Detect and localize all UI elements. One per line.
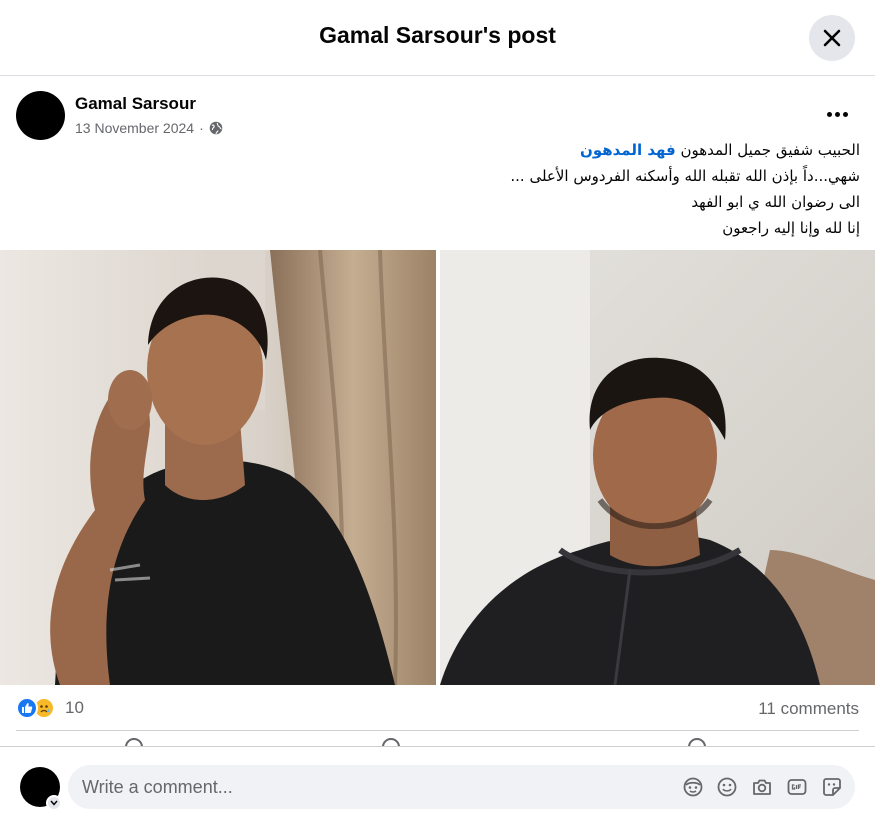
reaction-count: 10 <box>65 698 84 717</box>
dialog-header: Gamal Sarsour's post <box>0 0 875 76</box>
photo-right[interactable] <box>440 250 875 685</box>
post-date[interactable]: 13 November 2024 <box>75 120 194 136</box>
mention-link[interactable]: فهد المدهون <box>580 141 676 159</box>
comment-composer <box>0 746 875 832</box>
post-text: الحبيب شفيق جميل المدهون فهد المدهون شهي… <box>160 137 860 241</box>
photo-left[interactable] <box>0 250 436 685</box>
author-avatar[interactable] <box>16 91 65 140</box>
avatar-sticker-icon[interactable] <box>681 775 705 799</box>
post-text-line-2: شهي...داً بإذن الله تقبله الله وأسكنه ال… <box>510 167 860 185</box>
comment-input[interactable] <box>82 765 642 809</box>
dialog-title: Gamal Sarsour's post <box>319 22 556 48</box>
emoji-icon[interactable] <box>715 775 739 799</box>
divider <box>16 730 859 731</box>
reactions-summary[interactable]: 10 <box>16 697 84 719</box>
post-text-line-1: الحبيب شفيق جميل المدهون فهد المدهون <box>580 141 860 159</box>
comment-action-icon[interactable] <box>382 738 400 746</box>
post-text-line-3: الى رضوان الله ي ابو الفهد <box>691 193 860 211</box>
author-name[interactable]: Gamal Sarsour <box>75 94 196 114</box>
comments-count[interactable]: 11 comments <box>758 699 859 719</box>
globe-icon <box>209 121 223 135</box>
post-meta: 13 November 2024 · <box>75 120 223 136</box>
close-icon <box>823 29 841 47</box>
camera-icon[interactable] <box>750 775 774 799</box>
comment-box[interactable] <box>68 765 855 809</box>
more-options-button[interactable] <box>817 100 857 128</box>
like-icon <box>16 697 38 719</box>
like-action-icon[interactable] <box>125 738 143 746</box>
meta-separator: · <box>199 120 204 136</box>
close-button[interactable] <box>809 15 855 61</box>
more-icon <box>826 111 832 117</box>
chevron-down-icon[interactable] <box>46 795 62 811</box>
post-text-line-4: إنا لله وإنا إليه راجعون <box>722 219 860 237</box>
action-bar[interactable] <box>0 738 875 746</box>
sticker-icon[interactable] <box>820 775 844 799</box>
share-action-icon[interactable] <box>688 738 706 746</box>
gif-icon[interactable] <box>785 775 809 799</box>
